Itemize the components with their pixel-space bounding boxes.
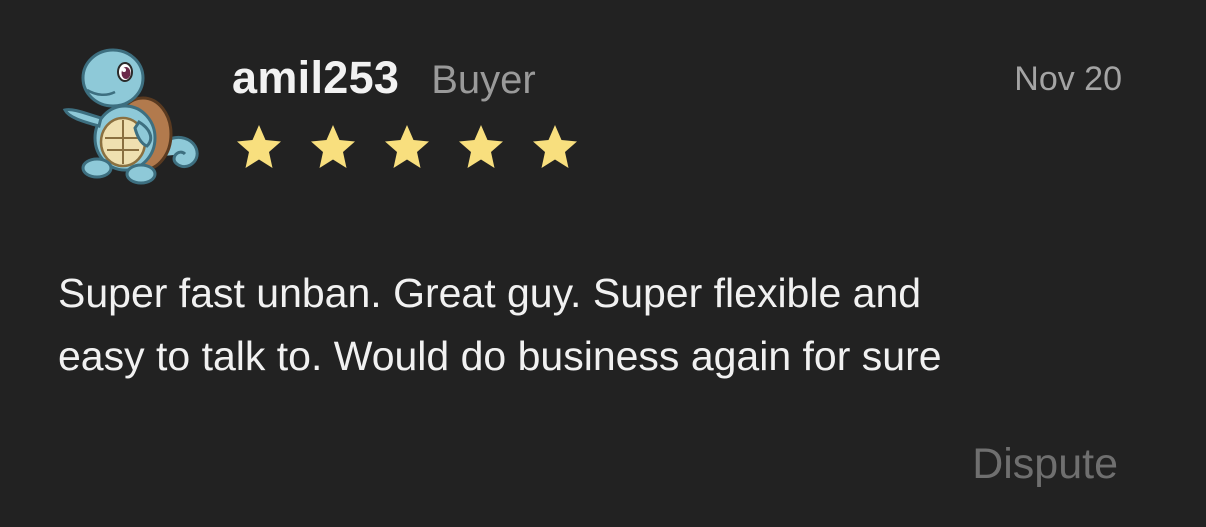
reviewer-header: amil253 Buyer: [232, 52, 536, 104]
star-icon: [237, 125, 281, 168]
star-icon: [459, 125, 503, 168]
star-icon: [311, 125, 355, 168]
review-text-line: Super fast unban. Great guy. Super flexi…: [58, 270, 922, 316]
star-icon: [385, 125, 429, 168]
squirtle-avatar-icon: [55, 38, 205, 188]
reviewer-role-badge: Buyer: [431, 58, 536, 102]
review-text: Super fast unban. Great guy. Super flexi…: [58, 262, 1168, 388]
review-date: Nov 20: [1014, 60, 1122, 98]
review-card: amil253 Buyer Nov 20 Super fast unban. G…: [0, 0, 1206, 527]
star-icon: [533, 125, 577, 168]
reviewer-username[interactable]: amil253: [232, 52, 399, 104]
dispute-button[interactable]: Dispute: [972, 440, 1118, 489]
review-text-line: easy to talk to. Would do business again…: [58, 333, 942, 379]
star-rating: [234, 122, 580, 172]
